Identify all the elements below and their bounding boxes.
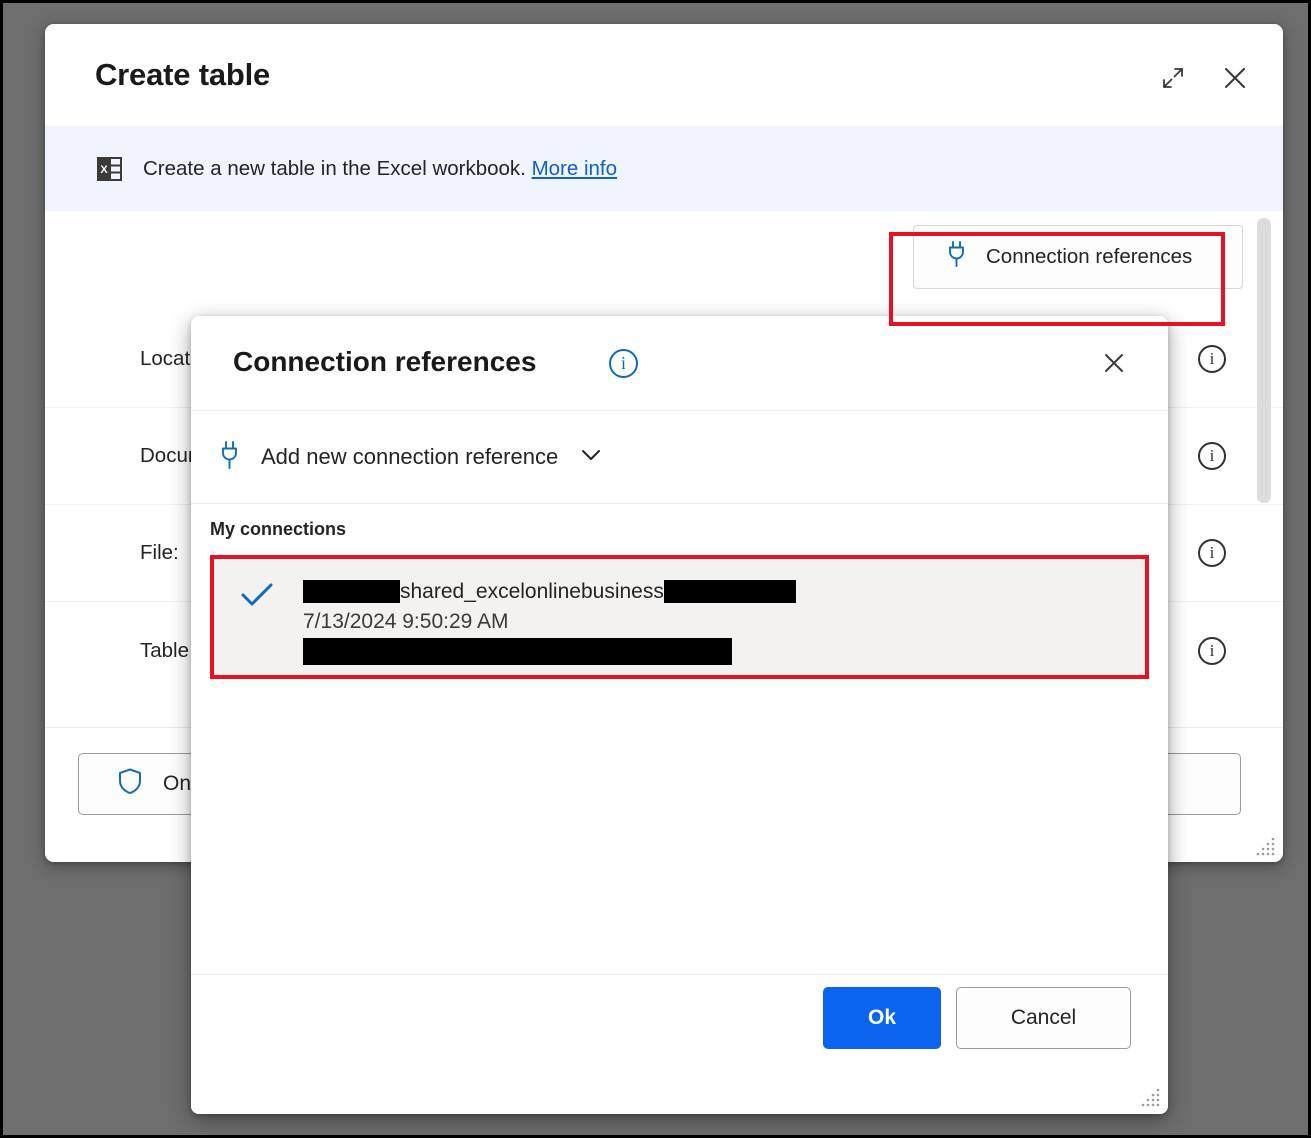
my-connections-heading: My connections — [210, 519, 347, 539]
checkmark-icon — [240, 581, 274, 614]
connection-references-header: Connection references i — [191, 316, 1168, 411]
excel-table-icon: X — [95, 154, 125, 184]
scrollbar-thumb[interactable] — [1257, 218, 1271, 503]
banner-message: Create a new table in the Excel workbook… — [143, 156, 526, 180]
svg-text:X: X — [100, 164, 108, 176]
close-icon — [1100, 349, 1128, 380]
connection-references-footer: Ok Cancel — [191, 974, 1168, 1114]
connection-references-close-button[interactable] — [1092, 342, 1136, 386]
connection-references-button[interactable]: Connection references — [913, 225, 1243, 289]
info-icon-label: i — [620, 353, 626, 373]
shield-icon — [117, 767, 143, 801]
redacted-prefix — [303, 580, 400, 604]
info-banner: X Create a new table in the Excel workbo… — [45, 126, 1283, 211]
connection-details: shared_excelonlinebusiness 7/13/2024 9:5… — [303, 577, 796, 665]
create-table-header-actions — [1151, 57, 1257, 101]
connection-name-line: shared_excelonlinebusiness — [303, 577, 796, 607]
redacted-owner — [303, 637, 732, 665]
redacted-suffix — [663, 580, 796, 604]
add-new-connection-reference-button[interactable]: Add new connection reference — [191, 411, 1168, 504]
create-table-header: Create table — [45, 24, 1283, 126]
cancel-button[interactable]: Cancel — [956, 987, 1131, 1049]
close-icon — [1220, 63, 1250, 96]
plug-icon — [946, 240, 968, 274]
info-icon[interactable]: i — [1198, 345, 1226, 373]
chevron-down-icon[interactable] — [578, 442, 604, 473]
field-label-file: File: — [140, 541, 179, 564]
page-title: Create table — [95, 57, 271, 92]
connection-references-title: Connection references — [233, 346, 537, 377]
connection-timestamp: 7/13/2024 9:50:29 AM — [303, 609, 509, 633]
on-behalf-of-label: On — [163, 772, 192, 795]
info-icon[interactable]: i — [1198, 636, 1226, 665]
add-new-connection-reference-label: Add new connection reference — [261, 444, 559, 469]
more-info-link[interactable]: More info — [532, 157, 617, 180]
ok-button[interactable]: Ok — [823, 987, 941, 1049]
info-icon[interactable]: i — [1198, 539, 1226, 567]
expand-diagonal-icon — [1160, 65, 1186, 94]
connection-references-label: Connection references — [986, 245, 1193, 268]
connection-references-dialog: Connection references i Add new connecti… — [191, 316, 1168, 1114]
connection-owner-line — [303, 637, 796, 665]
list-item[interactable]: shared_excelonlinebusiness 7/13/2024 9:5… — [210, 555, 1149, 679]
info-icon[interactable]: i — [609, 349, 638, 378]
connection-name: shared_excelonlinebusiness — [400, 580, 664, 603]
dialog-scrollbar[interactable] — [1257, 211, 1275, 727]
resize-grip[interactable] — [1140, 1086, 1162, 1108]
plug-icon — [219, 440, 241, 475]
close-button[interactable] — [1213, 57, 1257, 101]
info-icon[interactable]: i — [1198, 442, 1226, 470]
resize-grip[interactable] — [1255, 835, 1277, 857]
expand-button[interactable] — [1151, 57, 1195, 101]
banner-text: Create a new table in the Excel workbook… — [143, 157, 617, 181]
